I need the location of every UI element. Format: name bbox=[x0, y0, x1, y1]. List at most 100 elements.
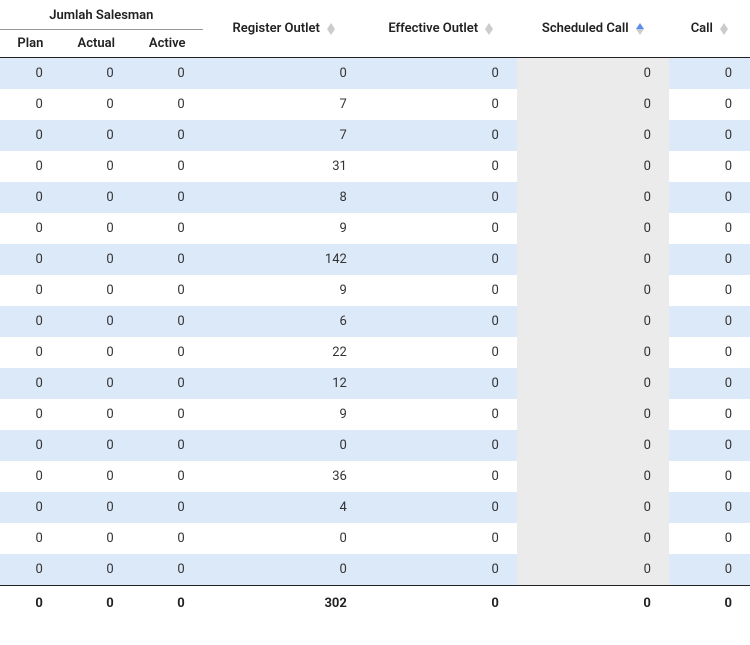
cell-call: 0 bbox=[669, 461, 750, 492]
table-row: 0009000 bbox=[0, 213, 750, 244]
cell-actual: 0 bbox=[61, 306, 132, 337]
cell-register-outlet: 9 bbox=[203, 275, 365, 306]
column-header-scheduled-call[interactable]: Scheduled Call bbox=[517, 0, 669, 58]
column-header-effective-outlet[interactable]: Effective Outlet bbox=[365, 0, 517, 58]
cell-register-outlet: 9 bbox=[203, 213, 365, 244]
cell-actual: 0 bbox=[61, 244, 132, 275]
cell-active: 0 bbox=[132, 58, 203, 90]
cell-plan: 0 bbox=[0, 306, 61, 337]
cell-scheduled-call: 0 bbox=[517, 337, 669, 368]
cell-call: 0 bbox=[669, 492, 750, 523]
cell-active: 0 bbox=[132, 492, 203, 523]
cell-actual: 0 bbox=[61, 89, 132, 120]
column-label: Effective Outlet bbox=[388, 21, 478, 36]
cell-actual: 0 bbox=[61, 182, 132, 213]
cell-register-outlet: 8 bbox=[203, 182, 365, 213]
cell-scheduled-call: 0 bbox=[517, 120, 669, 151]
sort-icon bbox=[636, 23, 644, 35]
cell-active: 0 bbox=[132, 151, 203, 182]
table-row: 0000000 bbox=[0, 554, 750, 586]
cell-plan: 0 bbox=[0, 337, 61, 368]
cell-scheduled-call: 0 bbox=[517, 306, 669, 337]
cell-call: 0 bbox=[669, 182, 750, 213]
cell-register-outlet: 22 bbox=[203, 337, 365, 368]
table-row: 0007000 bbox=[0, 120, 750, 151]
cell-active: 0 bbox=[132, 89, 203, 120]
footer-actual: 0 bbox=[61, 586, 132, 622]
cell-active: 0 bbox=[132, 275, 203, 306]
cell-scheduled-call: 0 bbox=[517, 89, 669, 120]
table-row: 0007000 bbox=[0, 89, 750, 120]
column-header-active[interactable]: Active bbox=[132, 30, 203, 58]
cell-active: 0 bbox=[132, 182, 203, 213]
table-row: 0000000 bbox=[0, 430, 750, 461]
column-label: Scheduled Call bbox=[542, 21, 629, 36]
footer-active: 0 bbox=[132, 586, 203, 622]
cell-active: 0 bbox=[132, 213, 203, 244]
column-header-actual[interactable]: Actual bbox=[61, 30, 132, 58]
table-row: 00031000 bbox=[0, 151, 750, 182]
cell-call: 0 bbox=[669, 89, 750, 120]
cell-plan: 0 bbox=[0, 430, 61, 461]
cell-effective-outlet: 0 bbox=[365, 461, 517, 492]
cell-actual: 0 bbox=[61, 492, 132, 523]
footer-call: 0 bbox=[669, 586, 750, 622]
cell-effective-outlet: 0 bbox=[365, 244, 517, 275]
cell-effective-outlet: 0 bbox=[365, 523, 517, 554]
table-row: 0009000 bbox=[0, 275, 750, 306]
column-label: Call bbox=[691, 21, 713, 36]
cell-register-outlet: 0 bbox=[203, 523, 365, 554]
data-table: Jumlah Salesman Register Outlet Effectiv… bbox=[0, 0, 750, 621]
sort-icon bbox=[720, 23, 728, 35]
cell-register-outlet: 7 bbox=[203, 120, 365, 151]
cell-active: 0 bbox=[132, 306, 203, 337]
cell-actual: 0 bbox=[61, 120, 132, 151]
column-group-salesman: Jumlah Salesman bbox=[0, 0, 203, 30]
cell-plan: 0 bbox=[0, 368, 61, 399]
table-row: 0009000 bbox=[0, 399, 750, 430]
table-row: 0000000 bbox=[0, 58, 750, 90]
cell-active: 0 bbox=[132, 554, 203, 586]
cell-call: 0 bbox=[669, 337, 750, 368]
cell-scheduled-call: 0 bbox=[517, 492, 669, 523]
cell-scheduled-call: 0 bbox=[517, 151, 669, 182]
cell-plan: 0 bbox=[0, 58, 61, 90]
column-header-call[interactable]: Call bbox=[669, 0, 750, 58]
cell-actual: 0 bbox=[61, 554, 132, 586]
column-header-plan[interactable]: Plan bbox=[0, 30, 61, 58]
cell-actual: 0 bbox=[61, 213, 132, 244]
cell-register-outlet: 6 bbox=[203, 306, 365, 337]
table-row: 0000000 bbox=[0, 523, 750, 554]
cell-plan: 0 bbox=[0, 213, 61, 244]
cell-scheduled-call: 0 bbox=[517, 461, 669, 492]
cell-call: 0 bbox=[669, 368, 750, 399]
cell-effective-outlet: 0 bbox=[365, 368, 517, 399]
cell-active: 0 bbox=[132, 461, 203, 492]
cell-call: 0 bbox=[669, 213, 750, 244]
cell-call: 0 bbox=[669, 554, 750, 586]
cell-effective-outlet: 0 bbox=[365, 89, 517, 120]
cell-actual: 0 bbox=[61, 151, 132, 182]
cell-plan: 0 bbox=[0, 182, 61, 213]
cell-scheduled-call: 0 bbox=[517, 244, 669, 275]
cell-call: 0 bbox=[669, 120, 750, 151]
cell-scheduled-call: 0 bbox=[517, 399, 669, 430]
cell-effective-outlet: 0 bbox=[365, 182, 517, 213]
cell-plan: 0 bbox=[0, 244, 61, 275]
cell-plan: 0 bbox=[0, 461, 61, 492]
cell-actual: 0 bbox=[61, 523, 132, 554]
footer-scheduled-call: 0 bbox=[517, 586, 669, 622]
cell-actual: 0 bbox=[61, 275, 132, 306]
cell-actual: 0 bbox=[61, 368, 132, 399]
cell-actual: 0 bbox=[61, 461, 132, 492]
cell-register-outlet: 9 bbox=[203, 399, 365, 430]
column-header-register-outlet[interactable]: Register Outlet bbox=[203, 0, 365, 58]
cell-call: 0 bbox=[669, 399, 750, 430]
cell-active: 0 bbox=[132, 120, 203, 151]
cell-scheduled-call: 0 bbox=[517, 430, 669, 461]
cell-plan: 0 bbox=[0, 275, 61, 306]
footer-plan: 0 bbox=[0, 586, 61, 622]
cell-scheduled-call: 0 bbox=[517, 58, 669, 90]
cell-plan: 0 bbox=[0, 120, 61, 151]
table-row: 0004000 bbox=[0, 492, 750, 523]
